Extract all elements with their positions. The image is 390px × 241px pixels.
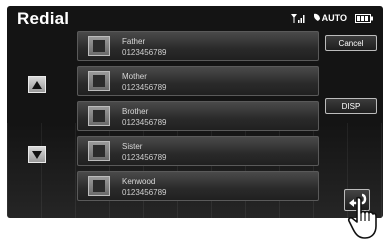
contact-icon bbox=[88, 36, 110, 56]
contact-number: 0123456789 bbox=[122, 188, 167, 197]
triangle-up-icon bbox=[32, 80, 42, 89]
scroll-up-button[interactable] bbox=[28, 76, 46, 93]
auto-answer-icon bbox=[313, 13, 320, 21]
status-bar: AUTO bbox=[290, 13, 373, 23]
contact-name: Sister bbox=[122, 142, 143, 151]
list-item[interactable]: Mother 0123456789 bbox=[77, 66, 319, 96]
triangle-down-icon bbox=[32, 150, 42, 159]
contact-name: Father bbox=[122, 37, 146, 46]
auto-label: AUTO bbox=[321, 13, 347, 23]
contact-name: Mother bbox=[122, 72, 147, 81]
contact-number: 0123456789 bbox=[122, 83, 167, 92]
contact-number: 0123456789 bbox=[122, 48, 167, 57]
scroll-down-button[interactable] bbox=[28, 146, 46, 163]
page-title: Redial bbox=[17, 9, 70, 28]
contact-number: 0123456789 bbox=[122, 118, 167, 127]
disp-button[interactable]: DISP bbox=[325, 98, 377, 114]
list-item[interactable]: Kenwood 0123456789 bbox=[77, 171, 319, 201]
contact-icon bbox=[88, 71, 110, 91]
contact-icon bbox=[88, 176, 110, 196]
list-item[interactable]: Brother 0123456789 bbox=[77, 101, 319, 131]
contact-icon bbox=[88, 106, 110, 126]
contact-name: Brother bbox=[122, 107, 149, 116]
cancel-button[interactable]: Cancel bbox=[325, 35, 377, 51]
contact-name: Kenwood bbox=[122, 177, 156, 186]
battery-icon bbox=[355, 13, 373, 23]
pointing-hand-icon bbox=[347, 196, 377, 239]
list-item[interactable]: Father 0123456789 bbox=[77, 31, 319, 61]
auto-answer-indicator: AUTO bbox=[313, 13, 347, 23]
redial-screen: Redial AUTO Father 0123456789 Mother 012… bbox=[7, 6, 383, 218]
contact-icon bbox=[88, 141, 110, 161]
contact-number: 0123456789 bbox=[122, 153, 167, 162]
signal-strength-icon bbox=[290, 14, 305, 23]
list-item[interactable]: Sister 0123456789 bbox=[77, 136, 319, 166]
